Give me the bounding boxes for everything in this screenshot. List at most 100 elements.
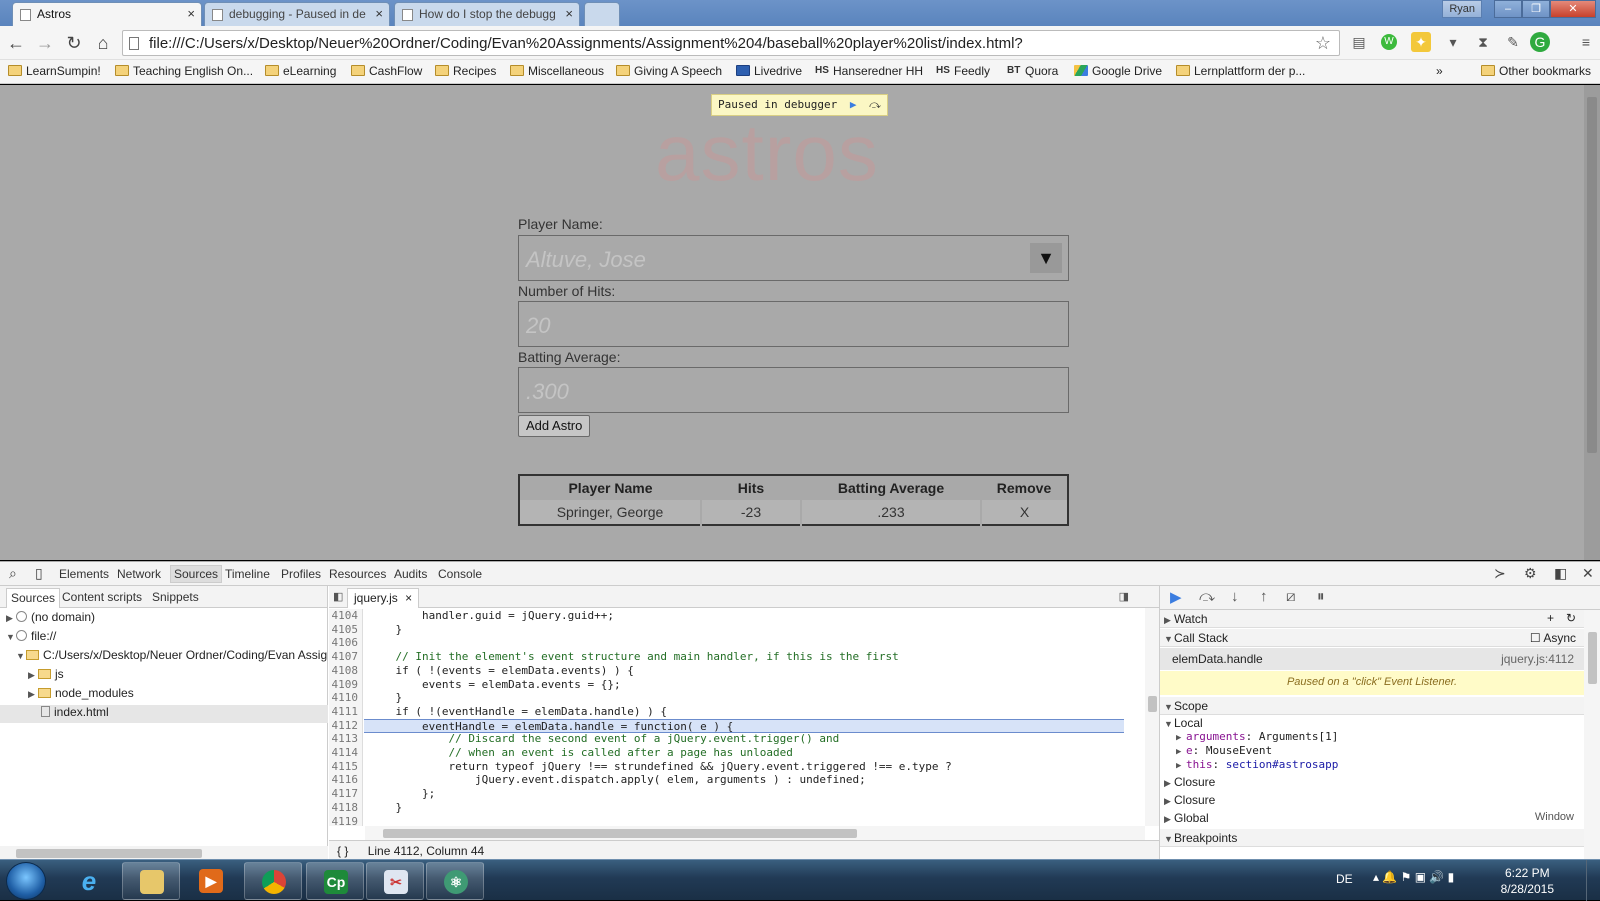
- scrollbar-thumb[interactable]: [16, 849, 202, 858]
- tab-astros[interactable]: Astros ×: [12, 2, 202, 26]
- scope-global[interactable]: ▶ Global Window: [1160, 811, 1584, 827]
- collapse-arrow-icon[interactable]: ▼: [16, 651, 26, 661]
- inspect-icon[interactable]: ⌕: [9, 565, 17, 582]
- profile-button[interactable]: Ryan: [1442, 0, 1482, 18]
- line-number[interactable]: 4106: [329, 636, 363, 651]
- expand-arrow-icon[interactable]: ▶: [28, 670, 38, 681]
- call-stack-section[interactable]: ▼Call Stack ☐ Async: [1160, 629, 1584, 647]
- dock-icon[interactable]: ◧: [1554, 565, 1567, 582]
- media-player-icon[interactable]: ▶: [182, 862, 240, 900]
- bookmark-giving-a-speech[interactable]: Giving A Speech: [614, 64, 722, 78]
- line-number[interactable]: 4113: [329, 732, 363, 747]
- device-mode-icon[interactable]: ▯: [35, 565, 43, 582]
- bookmark-cashflow[interactable]: CashFlow: [349, 64, 422, 78]
- bookmark-star-icon[interactable]: ☆: [1315, 33, 1331, 54]
- remove-button[interactable]: X: [981, 500, 1068, 525]
- bookmark-teaching-english[interactable]: Teaching English On...: [113, 64, 253, 78]
- pause-on-exceptions-icon[interactable]: ⏸: [1317, 588, 1325, 605]
- tab-profiles[interactable]: Profiles: [281, 567, 321, 581]
- show-desktop-button[interactable]: [1586, 860, 1600, 901]
- line-number[interactable]: 4105: [329, 622, 363, 637]
- tree-item-js[interactable]: ▶ js: [0, 667, 328, 685]
- code-horizontal-scrollbar[interactable]: [365, 826, 1145, 840]
- line-number[interactable]: 4117: [329, 787, 363, 802]
- expand-arrow-icon[interactable]: ▶: [1164, 796, 1174, 807]
- bookmark-recipes[interactable]: Recipes: [433, 64, 496, 78]
- refresh-icon[interactable]: ↻: [1566, 611, 1576, 625]
- tab-network[interactable]: Network: [117, 567, 161, 581]
- code-line[interactable]: eventHandle = elemData.handle = function…: [364, 718, 1124, 733]
- code-line[interactable]: events = elemData.events = {};: [369, 678, 621, 692]
- collapse-arrow-icon[interactable]: ▼: [1164, 719, 1174, 729]
- chrome-icon[interactable]: [244, 862, 302, 900]
- collapse-arrow-icon[interactable]: ▼: [1164, 702, 1174, 712]
- bookmark-quora[interactable]: BT Quora: [1005, 64, 1058, 78]
- hits-input[interactable]: 20: [518, 301, 1069, 347]
- bookmark-miscellaneous[interactable]: Miscellaneous: [508, 64, 604, 78]
- code-line[interactable]: if ( !(events = elemData.events) ) {: [369, 664, 633, 678]
- breakpoints-section[interactable]: ▼Breakpoints: [1160, 829, 1584, 847]
- code-scrollbar[interactable]: [1145, 608, 1159, 826]
- code-line[interactable]: }: [369, 801, 402, 815]
- pocket-icon[interactable]: ▾: [1443, 32, 1463, 52]
- scope-variable[interactable]: ▶ this: section#astrosapp: [1160, 758, 1584, 774]
- forward-icon[interactable]: →: [34, 32, 56, 54]
- code-line[interactable]: // Init the element's event structure an…: [369, 650, 898, 664]
- code-line[interactable]: };: [369, 787, 435, 801]
- navigator-scrollbar[interactable]: [0, 846, 328, 860]
- bookmark-lernplattform[interactable]: Lernplattform der p...: [1174, 64, 1305, 78]
- toggle-debugger-icon[interactable]: ◨: [1119, 590, 1129, 603]
- atom-icon[interactable]: ⚛: [426, 862, 484, 900]
- extension-star-icon[interactable]: ✦: [1411, 32, 1431, 52]
- tree-item-no-domain[interactable]: ▶ (no domain): [0, 610, 328, 628]
- close-tab-icon[interactable]: ×: [187, 6, 195, 21]
- address-bar[interactable]: file:///C:/Users/x/Desktop/Neuer%20Ordne…: [122, 30, 1340, 56]
- restore-icon[interactable]: ❐: [1522, 0, 1550, 18]
- code-line[interactable]: }: [369, 691, 402, 705]
- back-icon[interactable]: ←: [5, 32, 27, 54]
- async-checkbox[interactable]: ☐ Async: [1530, 631, 1576, 645]
- reload-icon[interactable]: ↻: [63, 32, 85, 54]
- line-number[interactable]: 4110: [329, 691, 363, 706]
- scrollbar-thumb[interactable]: [1588, 632, 1597, 684]
- line-number[interactable]: 4108: [329, 663, 363, 678]
- add-watch-icon[interactable]: +: [1547, 611, 1554, 625]
- internet-explorer-icon[interactable]: e: [60, 862, 118, 900]
- bookmark-hanseredner[interactable]: HS Hanseredner HH: [813, 64, 923, 78]
- close-window-icon[interactable]: ✕: [1550, 0, 1596, 18]
- tab-debugging[interactable]: debugging - Paused in de ×: [204, 2, 390, 26]
- start-button[interactable]: [6, 862, 46, 900]
- other-bookmarks[interactable]: Other bookmarks: [1479, 64, 1591, 78]
- scrollbar-thumb[interactable]: [1587, 97, 1597, 453]
- hourglass-icon[interactable]: ⧗: [1473, 32, 1493, 52]
- line-number[interactable]: 4114: [329, 746, 363, 760]
- tree-item-index-html[interactable]: index.html: [0, 705, 328, 723]
- code-line[interactable]: if ( !(eventHandle = elemData.handle) ) …: [369, 705, 667, 719]
- pretty-print-icon[interactable]: { }: [337, 844, 348, 858]
- step-into-icon[interactable]: ↓: [1231, 588, 1239, 605]
- code-line[interactable]: }: [369, 623, 402, 637]
- settings-gear-icon[interactable]: ⚙: [1524, 565, 1537, 582]
- expand-arrow-icon[interactable]: ▶: [1176, 733, 1186, 743]
- line-number[interactable]: 4115: [329, 759, 363, 774]
- line-number[interactable]: 4116: [329, 773, 363, 788]
- tab-resources[interactable]: Resources: [329, 567, 386, 581]
- code-line[interactable]: // Discard the second event of a jQuery.…: [369, 732, 839, 746]
- expand-arrow-icon[interactable]: ▶: [1176, 747, 1186, 757]
- tab-timeline[interactable]: Timeline: [225, 567, 270, 581]
- tree-item-file[interactable]: ▼ file://: [0, 629, 328, 647]
- scope-section[interactable]: ▼Scope: [1160, 697, 1584, 715]
- tab-sources[interactable]: Sources: [170, 565, 223, 583]
- line-number[interactable]: 4118: [329, 800, 363, 815]
- batting-average-input[interactable]: .300: [518, 367, 1069, 413]
- watch-section[interactable]: ▶ Watch + ↻: [1160, 610, 1584, 628]
- bookmark-google-drive[interactable]: Google Drive: [1072, 64, 1162, 78]
- nav-tab-sources[interactable]: Sources: [6, 588, 61, 608]
- camtasia-icon[interactable]: Cp: [306, 862, 364, 900]
- scrollbar-thumb[interactable]: [1148, 696, 1157, 712]
- call-frame[interactable]: elemData.handle jquery.js:4112: [1160, 648, 1584, 670]
- resume-icon[interactable]: ▶: [1170, 588, 1182, 606]
- line-number[interactable]: 4112: [329, 718, 363, 733]
- system-clock[interactable]: 6:22 PM 8/28/2015: [1501, 865, 1554, 897]
- close-devtools-icon[interactable]: ✕: [1582, 565, 1594, 582]
